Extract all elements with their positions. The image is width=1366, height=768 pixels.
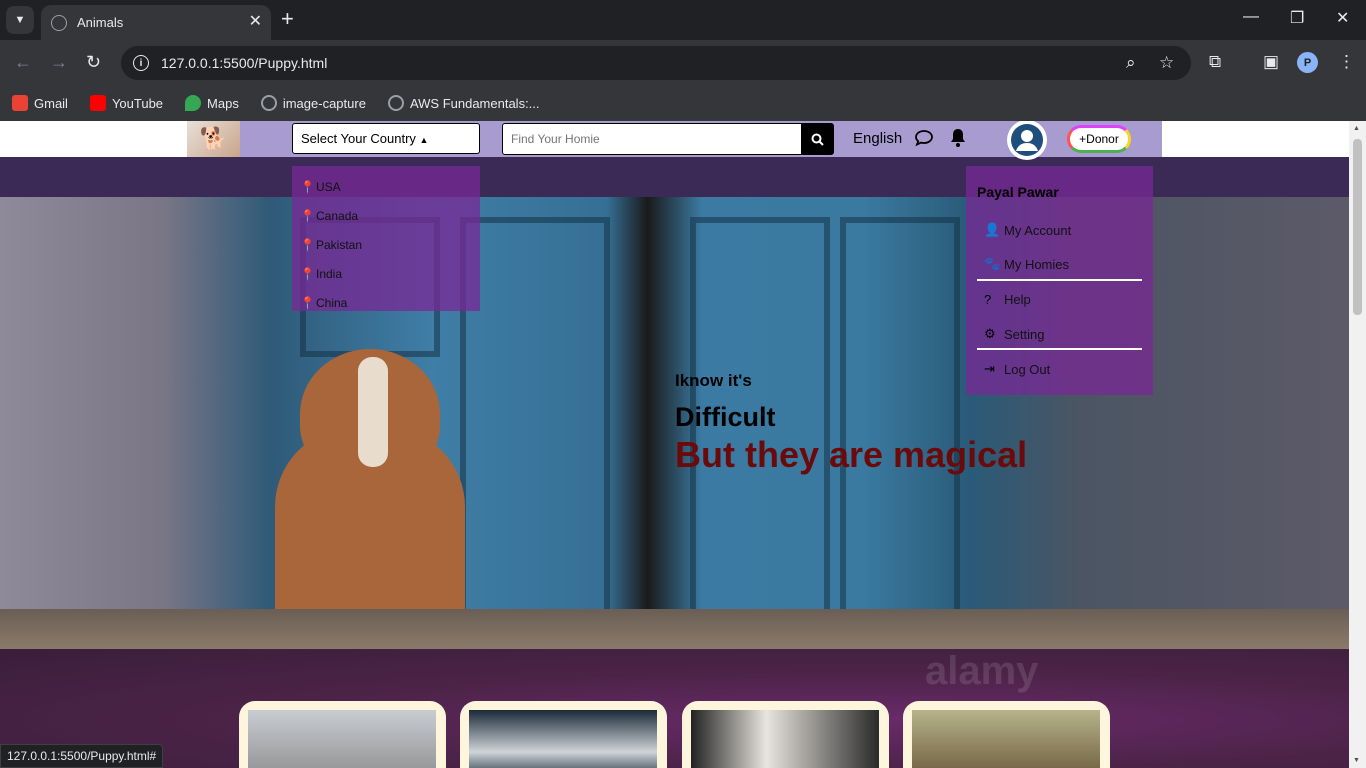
tab-favicon-icon (51, 14, 67, 31)
bell-icon[interactable] (949, 128, 967, 153)
map-pin-icon: 📍 (300, 208, 315, 223)
back-icon[interactable]: ← (14, 52, 32, 72)
user-icon: 👤 (984, 222, 1001, 237)
menu-item-my-account[interactable]: 👤 My Account (984, 222, 1071, 238)
donor-button[interactable]: +Donor (1067, 125, 1131, 153)
status-url-tooltip: 127.0.0.1:5500/Puppy.html# (0, 744, 164, 768)
country-item-usa[interactable]: 📍 USA (292, 172, 480, 201)
dog-blaze (358, 357, 388, 467)
forward-icon[interactable]: → (50, 52, 68, 72)
country-item-canada[interactable]: 📍 Canada (292, 201, 480, 230)
search-icon (811, 133, 824, 146)
country-item-pakistan[interactable]: 📍 Pakistan (292, 230, 480, 259)
bookmarks-bar: Gmail YouTube Maps image-capture AWS Fun… (0, 85, 1366, 121)
menu-divider (977, 279, 1142, 281)
country-select-label: Select Your Country (301, 131, 416, 146)
globe-icon (260, 95, 277, 111)
menu-divider (977, 348, 1142, 350)
account-dropdown: Payal Pawar 👤 My Account 🐾 My Homies ? H… (966, 166, 1153, 395)
site-logo[interactable]: 🐕 (187, 121, 240, 157)
country-item-china[interactable]: 📍 China (292, 288, 480, 317)
animal-card-image (248, 710, 436, 768)
site-navbar: 🐕 Select Your Country ▲ English +Donor (0, 121, 1349, 160)
youtube-icon (89, 95, 106, 111)
account-name: Payal Pawar (977, 184, 1059, 200)
door-panel (460, 217, 610, 617)
animal-card-image (691, 710, 879, 768)
browser-toolbar: ← → ↻ i 127.0.0.1:5500/Puppy.html ⌕ ☆ ⧉ … (0, 40, 1366, 85)
door-panel (840, 217, 960, 617)
bookmark-star-icon[interactable]: ☆ (1159, 53, 1174, 73)
animal-card-image (912, 710, 1100, 768)
chrome-menu-icon[interactable]: ⋮ (1338, 52, 1355, 72)
user-avatar[interactable] (1007, 121, 1047, 160)
address-url[interactable]: 127.0.0.1:5500/Puppy.html (161, 55, 327, 71)
animal-card[interactable] (460, 701, 667, 768)
scroll-up-icon[interactable]: ▲ (1353, 125, 1360, 132)
tab-close-icon[interactable]: ✕ (249, 14, 262, 30)
search-input[interactable] (511, 132, 791, 146)
browser-tab-strip: ▼ Animals ✕ + — ❐ ✕ (0, 0, 1366, 40)
maps-icon (185, 95, 202, 111)
page-viewport: Iknow it's Difficult But they are magica… (0, 121, 1366, 768)
bookmark-maps[interactable]: Maps (185, 95, 239, 111)
animal-card[interactable] (903, 701, 1110, 768)
bookmark-youtube[interactable]: YouTube (89, 95, 163, 111)
menu-item-setting[interactable]: ⚙ Setting (984, 326, 1044, 342)
extensions-icon[interactable]: ⧉ (1209, 52, 1221, 72)
zoom-icon[interactable]: ⌕ (1126, 53, 1136, 73)
paw-icon: 🐾 (984, 256, 1001, 271)
map-pin-icon: 📍 (300, 295, 315, 310)
bookmark-image-capture[interactable]: image-capture (260, 95, 366, 111)
close-window-icon[interactable]: ✕ (1336, 8, 1349, 28)
gmail-icon (12, 95, 28, 111)
question-icon: ? (984, 292, 992, 307)
scrollbar-thumb[interactable] (1353, 139, 1362, 315)
profile-avatar[interactable]: P (1297, 52, 1318, 73)
caret-up-icon: ▲ (419, 135, 429, 145)
side-panel-icon[interactable]: ▣ (1263, 52, 1279, 72)
search-button[interactable] (801, 124, 833, 154)
reload-icon[interactable]: ↻ (86, 52, 101, 72)
bookmark-aws[interactable]: AWS Fundamentals:... (387, 95, 540, 111)
bookmark-gmail[interactable]: Gmail (12, 95, 68, 111)
tab-title: Animals (77, 15, 124, 30)
map-pin-icon: 📍 (300, 179, 315, 194)
restore-icon[interactable]: ❐ (1290, 8, 1304, 28)
animal-card[interactable] (239, 701, 446, 768)
country-dropdown: 📍 USA 📍 Canada 📍 Pakistan 📍 India 📍 Chin… (292, 166, 480, 311)
animal-cards-section: alamy (0, 649, 1349, 768)
site-info-icon[interactable]: i (133, 55, 149, 71)
hero-line-2: Difficult (675, 402, 776, 432)
browser-tab-animals[interactable]: Animals ✕ (41, 5, 271, 40)
gear-icon: ⚙ (984, 326, 996, 341)
country-select[interactable]: Select Your Country ▲ (292, 123, 480, 154)
search-box (502, 123, 834, 155)
menu-item-log-out[interactable]: ⇥ Log Out (984, 361, 1050, 377)
language-selector[interactable]: English (853, 130, 902, 147)
menu-item-help[interactable]: ? Help (984, 292, 1031, 307)
new-tab-button[interactable]: + (281, 8, 294, 30)
page-scrollbar[interactable]: ▲ ▼ (1349, 121, 1366, 768)
menu-item-my-homies[interactable]: 🐾 My Homies (984, 256, 1069, 272)
hero-line-3: But they are magical (675, 434, 1028, 475)
map-pin-icon: 📍 (300, 237, 315, 252)
hero-line-1: Iknow it's (675, 371, 752, 390)
map-pin-icon: 📍 (300, 266, 315, 281)
globe-icon (387, 95, 404, 111)
minimize-icon[interactable]: — (1243, 8, 1259, 26)
animal-card[interactable] (682, 701, 889, 768)
logout-icon: ⇥ (984, 361, 995, 376)
watermark-text: alamy (925, 649, 1039, 693)
country-item-india[interactable]: 📍 India (292, 259, 480, 288)
chat-icon[interactable] (914, 129, 934, 152)
animal-card-image (469, 710, 657, 768)
tab-search-button[interactable]: ▼ (6, 6, 34, 34)
scroll-down-icon[interactable]: ▼ (1353, 757, 1360, 764)
user-circle-icon (1011, 124, 1043, 156)
address-bar[interactable]: i 127.0.0.1:5500/Puppy.html ⌕ ☆ (121, 46, 1191, 80)
